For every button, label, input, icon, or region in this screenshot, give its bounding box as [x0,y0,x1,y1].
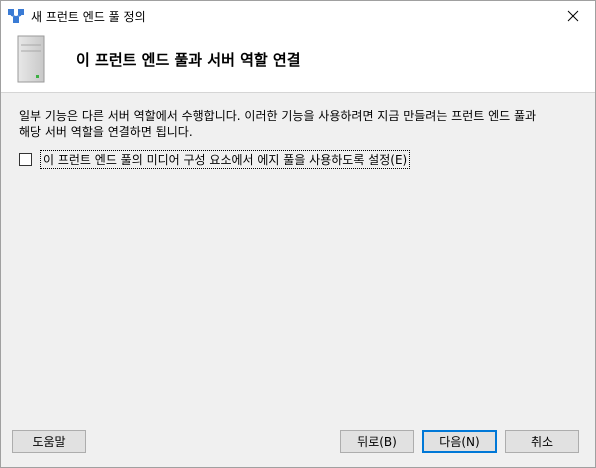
wizard-body: 일부 기능은 다른 서버 역할에서 수행합니다. 이러한 기능을 사용하려면 지… [1,94,595,424]
back-button[interactable]: 뒤로(B) [340,430,414,453]
page-title: 이 프런트 엔드 풀과 서버 역할 연결 [76,51,301,69]
close-button[interactable] [551,1,595,31]
server-icon [17,35,45,83]
description-line-1: 일부 기능은 다른 서버 역할에서 수행합니다. 이러한 기능을 사용하려면 지… [19,109,537,123]
window-title: 새 프런트 엔드 풀 정의 [31,10,146,24]
cancel-button[interactable]: 취소 [505,430,579,453]
wizard-window: 새 프런트 엔드 풀 정의 이 프런트 엔드 풀과 서버 역할 연결 일부 기능… [0,0,596,468]
edge-pool-option[interactable]: 이 프런트 엔드 풀의 미디어 구성 요소에서 에지 풀을 사용하도록 설정(E… [19,150,411,169]
edge-pool-checkbox-label[interactable]: 이 프런트 엔드 풀의 미디어 구성 요소에서 에지 풀을 사용하도록 설정(E… [40,150,411,169]
title-bar: 새 프런트 엔드 풀 정의 [1,1,595,31]
edge-pool-checkbox[interactable] [19,153,32,166]
description: 일부 기능은 다른 서버 역할에서 수행합니다. 이러한 기능을 사용하려면 지… [19,108,579,140]
help-button[interactable]: 도움말 [12,430,86,453]
wizard-header: 이 프런트 엔드 풀과 서버 역할 연결 [1,31,595,93]
close-icon [567,10,579,22]
wizard-network-icon [7,7,25,25]
description-line-2: 해당 서버 역할을 연결하면 됩니다. [19,125,193,139]
next-button[interactable]: 다음(N) [422,430,497,453]
